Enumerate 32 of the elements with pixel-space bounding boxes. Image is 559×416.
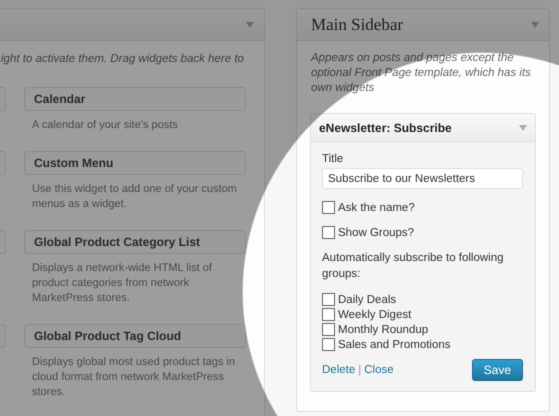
checkbox-label: Sales and Promotions [338, 338, 451, 350]
checkbox[interactable] [322, 308, 335, 321]
checkbox[interactable] [322, 226, 335, 239]
groups-label: Automatically subscribe to following groups: [322, 251, 505, 282]
checkbox-label: Weekly Digest [338, 308, 412, 320]
widget-title[interactable]: Custom Menu [24, 151, 246, 175]
checkbox[interactable] [322, 338, 335, 351]
delete-link[interactable]: Delete [322, 364, 356, 376]
widget-title[interactable]: Global Product Category List [24, 230, 246, 254]
widget-description: Displays a network-wide HTML list of product categories from network MarketPress stores. [31, 261, 213, 306]
save-button[interactable]: Save [472, 359, 523, 381]
panel-description: ight to activate them. Drag widgets back here to [0, 52, 245, 67]
checkbox-label: Daily Deals [338, 294, 396, 306]
title-input[interactable]: Subscribe to our Newsletters [322, 168, 523, 189]
widget-description: A calendar of your site's posts [31, 118, 179, 133]
link-separator: | [358, 364, 362, 376]
widget-title[interactable]: Global Product Tag Cloud [24, 324, 246, 348]
checkbox[interactable] [322, 323, 335, 336]
widget-title[interactable]: Calendar [24, 87, 246, 111]
close-link[interactable]: Close [364, 364, 394, 376]
field-label: Title [322, 153, 344, 165]
dropdown-arrow-icon[interactable] [519, 124, 527, 130]
checkbox[interactable] [322, 293, 335, 306]
widget-description: Displays global most used product tags in cloud format from network MarketPress stores. [31, 355, 236, 400]
checkbox-label: Monthly Roundup [338, 324, 428, 336]
checkbox[interactable] [322, 201, 335, 214]
dropdown-arrow-icon[interactable] [246, 22, 254, 28]
widget-description: Use this widget to add one of your custom menus as a widget. [31, 182, 238, 212]
dropdown-arrow-icon[interactable] [531, 22, 539, 28]
checkbox-label: Show Groups? [338, 226, 414, 238]
checkbox-label: Ask the name? [338, 202, 415, 214]
sidebar-title: Main Sidebar [311, 14, 404, 34]
